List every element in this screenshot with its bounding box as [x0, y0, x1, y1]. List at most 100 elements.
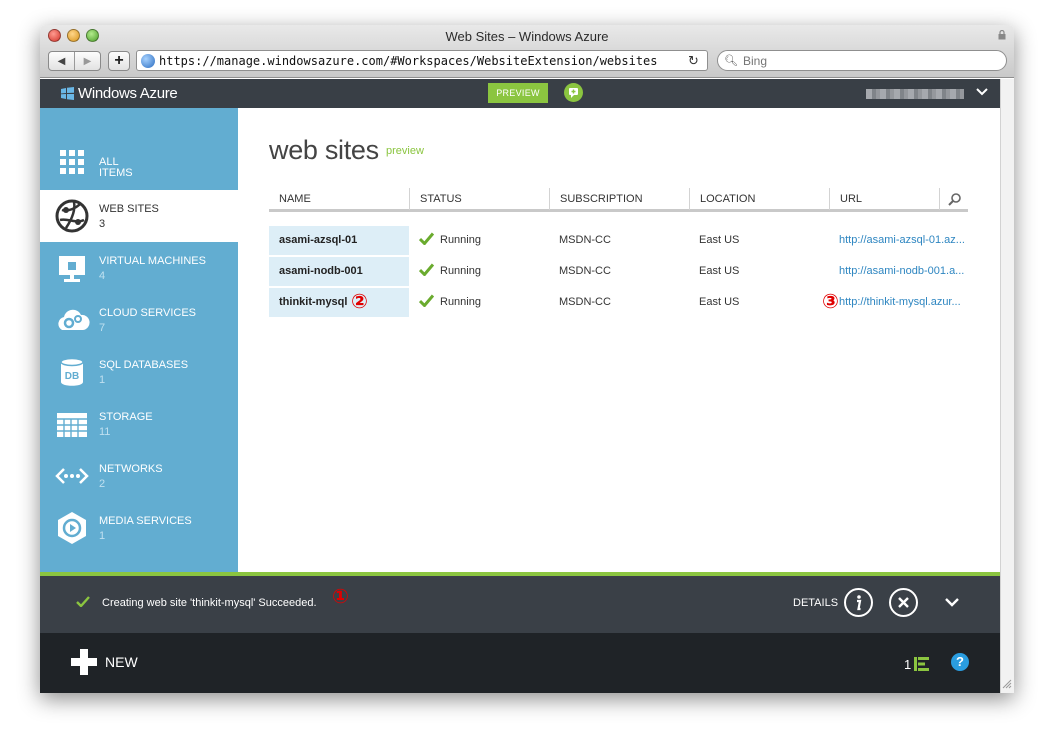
sidebar-item-media-services[interactable]: MEDIA SERVICES 1	[40, 502, 238, 554]
table-row[interactable]: asami-nodb-001 Running MSDN-CC East US h…	[269, 257, 968, 286]
column-header-subscription[interactable]: SUBSCRIPTION	[549, 188, 689, 210]
scrollbar-gutter[interactable]	[1000, 79, 1014, 693]
site-location: East US	[699, 234, 740, 246]
resize-grip-icon[interactable]	[1002, 679, 1012, 689]
sidebar-item-all-items[interactable]: ALL ITEMS	[40, 136, 238, 188]
details-label[interactable]: DETAILS	[793, 597, 838, 609]
success-check-icon	[76, 596, 90, 607]
database-icon: DB	[60, 357, 84, 386]
search-field[interactable]: 🔍︎	[717, 50, 1007, 71]
address-bar[interactable]: https://manage.windowsazure.com/#Workspa…	[136, 50, 708, 71]
command-bar: NEW 1 ?	[40, 633, 1000, 693]
media-icon	[58, 512, 86, 544]
sidebar-item-label: NETWORKS	[99, 463, 163, 475]
page-subtitle: preview	[386, 145, 424, 157]
globe-icon	[55, 199, 89, 233]
back-button[interactable]: ◀	[49, 52, 75, 70]
preview-button[interactable]: PREVIEW	[488, 83, 548, 103]
dismiss-button[interactable]	[889, 588, 918, 617]
table-row[interactable]: thinkit-mysql Running MSDN-CC East US ht…	[269, 288, 968, 317]
sidebar-item-count: 4	[99, 270, 106, 282]
site-status: Running	[409, 226, 549, 255]
browser-window: Web Sites – Windows Azure ◀ ▶ + https://…	[40, 25, 1014, 693]
close-icon	[898, 597, 909, 608]
search-icon	[948, 193, 961, 206]
network-icon	[55, 468, 89, 484]
monitor-icon	[59, 256, 85, 282]
column-header-url[interactable]: URL	[829, 188, 939, 210]
site-status: Running	[409, 288, 549, 317]
sidebar-item-storage[interactable]: STORAGE 11	[40, 398, 238, 450]
table-search-button[interactable]	[939, 188, 968, 210]
sidebar-item-count: 2	[99, 478, 106, 490]
azure-topbar: Windows Azure PREVIEW	[40, 79, 1000, 108]
site-url-link[interactable]: http://thinkit-mysql.azur...	[829, 288, 968, 317]
chevron-down-icon[interactable]	[975, 85, 989, 99]
site-url-link[interactable]: http://asami-azsql-01.az...	[829, 226, 968, 255]
browser-chrome: Web Sites – Windows Azure ◀ ▶ + https://…	[40, 25, 1014, 78]
page-title: web sites	[269, 135, 379, 165]
add-bookmark-button[interactable]: +	[108, 51, 130, 71]
notification-bar: Creating web site 'thinkit-mysql' Succee…	[40, 576, 1000, 633]
site-subscription: MSDN-CC	[559, 234, 611, 246]
sidebar: ALL ITEMS WEB SITES 3 VIRTUAL MACHINES 4	[40, 108, 238, 572]
sidebar-item-networks[interactable]: NETWORKS 2	[40, 450, 238, 502]
table-row[interactable]: asami-azsql-01 Running MSDN-CC East US h…	[269, 226, 968, 255]
sidebar-item-sql-databases[interactable]: DB SQL DATABASES 1	[40, 346, 238, 398]
azure-logo[interactable]: Windows Azure	[60, 85, 178, 102]
annotation-callout-1: ①	[332, 584, 349, 608]
sidebar-item-label: CLOUD SERVICES	[99, 307, 196, 319]
table-icon	[57, 413, 87, 437]
site-status: Running	[409, 257, 549, 286]
column-header-status[interactable]: STATUS	[409, 188, 549, 210]
details-info-button[interactable]	[844, 588, 873, 617]
site-location: East US	[699, 296, 740, 308]
sidebar-item-label: VIRTUAL MACHINES	[99, 255, 206, 267]
task-list-icon	[914, 657, 930, 671]
sidebar-item-label: WEB SITES	[99, 203, 159, 215]
plus-icon	[71, 649, 97, 675]
history-nav: ◀ ▶	[48, 51, 101, 71]
annotation-callout-2: ②	[351, 289, 368, 313]
new-button[interactable]: NEW	[71, 649, 138, 675]
sidebar-item-count: 1	[99, 374, 106, 386]
column-header-name[interactable]: NAME	[269, 188, 409, 210]
sidebar-item-count: 7	[99, 322, 106, 334]
cloud-gears-icon	[58, 309, 90, 330]
sidebar-item-count: 1	[99, 530, 106, 542]
site-url-link[interactable]: http://asami-nodb-001.a...	[829, 257, 968, 286]
site-name[interactable]: asami-azsql-01	[269, 226, 409, 255]
site-subscription: MSDN-CC	[559, 296, 611, 308]
sidebar-item-virtual-machines[interactable]: VIRTUAL MACHINES 4	[40, 242, 238, 294]
status-text: Running	[440, 234, 481, 246]
sidebar-item-count: 3	[99, 218, 106, 230]
user-account-blurred[interactable]	[866, 89, 964, 99]
search-input[interactable]	[742, 53, 983, 68]
task-list-button[interactable]: 1	[904, 655, 931, 673]
site-name[interactable]: asami-nodb-001	[269, 257, 409, 286]
feedback-icon[interactable]	[564, 83, 583, 102]
sidebar-item-cloud-services[interactable]: CLOUD SERVICES 7	[40, 294, 238, 346]
status-text: Running	[440, 265, 481, 277]
url-text[interactable]: https://manage.windowsazure.com/#Workspa…	[159, 54, 688, 68]
logo-text: Windows Azure	[78, 85, 178, 102]
annotation-callout-3: ③	[822, 289, 839, 313]
site-subscription: MSDN-CC	[559, 265, 611, 277]
check-icon	[419, 294, 434, 308]
reload-icon[interactable]: ↻	[688, 53, 702, 69]
main-content: web sites preview NAME STATUS SUBSCRIPTI…	[238, 108, 1000, 572]
windows-flag-icon	[61, 87, 74, 100]
collapse-chevron-icon[interactable]	[944, 596, 960, 608]
help-icon[interactable]: ?	[951, 653, 969, 671]
sidebar-item-web-sites[interactable]: WEB SITES 3	[40, 190, 238, 242]
column-header-location[interactable]: LOCATION	[689, 188, 829, 210]
site-globe-icon	[141, 53, 155, 68]
forward-button[interactable]: ▶	[75, 52, 100, 70]
search-icon: 🔍︎	[724, 55, 738, 67]
table-header: NAME STATUS SUBSCRIPTION LOCATION URL	[269, 188, 968, 212]
check-icon	[419, 263, 434, 277]
check-icon	[419, 232, 434, 246]
sidebar-item-count: 11	[99, 426, 111, 438]
window-title: Web Sites – Windows Azure	[445, 29, 609, 44]
site-name[interactable]: thinkit-mysql	[269, 288, 409, 317]
